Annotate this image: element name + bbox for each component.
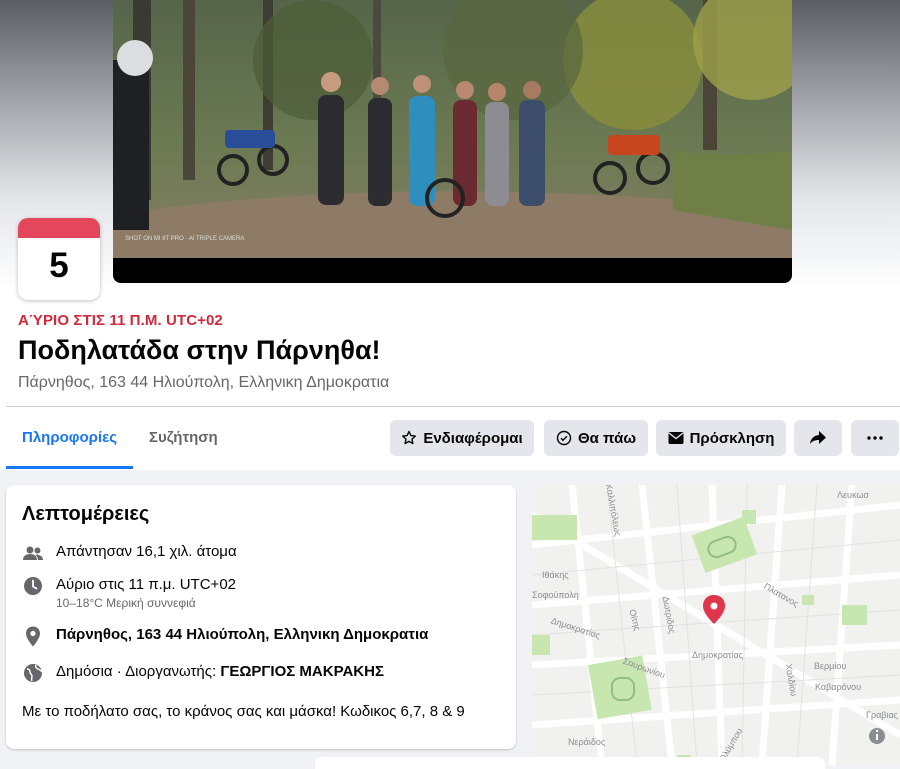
map-label: Βερμίου [814, 661, 847, 671]
address-text[interactable]: Πάρνηθος, 163 44 Ηλιούπολη, Ελληνικη Δημ… [56, 625, 428, 645]
event-map[interactable]: Καλλιπόλεως Λευκωσ Ιθάκης Σοφούπολη Οίτη… [532, 485, 900, 765]
more-button[interactable] [851, 420, 899, 456]
globe-icon [22, 662, 44, 684]
cover-photo[interactable]: SHOT ON MI 8T PRO · AI TRIPLE CAMERA [113, 0, 792, 283]
invite-label: Πρόσκληση [689, 429, 775, 447]
cover-watermark: SHOT ON MI 8T PRO · AI TRIPLE CAMERA [125, 236, 244, 242]
tab-info[interactable]: Πληροφορίες [6, 407, 134, 469]
invite-button[interactable]: Πρόσκληση [656, 420, 786, 456]
map-info-icon [869, 728, 885, 744]
date-badge-bar [18, 218, 100, 238]
cover-bottom-bar [113, 258, 792, 283]
map-label: Δημοκρατίας [692, 650, 744, 660]
map-label: Σοφούπολη [532, 590, 579, 600]
more-dots-icon [867, 436, 883, 440]
check-circle-icon [556, 430, 572, 446]
going-button[interactable]: Θα πάω [544, 420, 648, 456]
event-title: Ποδηλατάδα στην Πάρνηθα! [18, 335, 381, 365]
cover-photo-image: SHOT ON MI 8T PRO · AI TRIPLE CAMERA [113, 0, 792, 283]
interested-label: Ενδιαφέρομαι [423, 429, 523, 447]
time-row: Αύριο στις 11 π.μ. UTC+02 10–18°C Μερική… [22, 575, 236, 611]
map-label: Νεράιδος [568, 737, 606, 747]
share-button[interactable] [794, 420, 842, 456]
share-arrow-icon [810, 431, 826, 444]
map-label: Γραβιας [866, 710, 898, 720]
interested-button[interactable]: Ενδιαφέρομαι [390, 420, 534, 456]
privacy-row: Δημόσια · Διοργανωτής: ΓΕΩΡΓΙΟΣ ΜΑΚΡΑΚΗΣ [22, 662, 384, 684]
event-location[interactable]: Πάρνηθος, 163 44 Ηλιούπολη, Ελληνικη Δημ… [18, 374, 389, 392]
time-text: Αύριο στις 11 π.μ. UTC+02 [56, 576, 236, 593]
event-datetime: ΑΎΡΙΟ ΣΤΙΣ 11 Π.Μ. UTC+02 [18, 312, 223, 329]
privacy-text: Δημόσια · Διοργανωτής: [56, 663, 221, 680]
responses-row: Απάντησαν 16,1 χιλ. άτομα [22, 542, 237, 564]
organizer-link[interactable]: ΓΕΩΡΓΙΟΣ ΜΑΚΡΑΚΗΣ [220, 663, 384, 680]
address-row: Πάρνηθος, 163 44 Ηλιούπολη, Ελληνικη Δημ… [22, 625, 428, 647]
tab-discussion[interactable]: Συζήτηση [133, 407, 234, 469]
going-label: Θα πάω [577, 429, 636, 447]
date-badge-day: 5 [49, 246, 69, 285]
next-card-edge [315, 757, 825, 769]
event-description: Με το ποδήλατο σας, το κράνος σας και μά… [22, 703, 465, 720]
map-label: Καβαρόνου [815, 682, 862, 692]
weather-text: 10–18°C Μερική συννεφιά [56, 596, 196, 610]
responses-text[interactable]: Απάντησαν 16,1 χιλ. άτομα [56, 542, 237, 562]
details-card: Λεπτομέρειες Απάντησαν 16,1 χιλ. άτομα Α… [6, 485, 516, 749]
envelope-icon [668, 432, 684, 444]
date-badge: 5 [18, 218, 100, 300]
star-icon [402, 430, 417, 445]
map-label: Ιθάκης [542, 570, 569, 580]
map-label: Λευκωσ [837, 490, 869, 500]
location-pin-icon [22, 625, 44, 647]
map-streets [532, 485, 900, 765]
details-heading: Λεπτομέρειες [22, 503, 150, 525]
people-icon [22, 542, 44, 564]
clock-icon [22, 575, 44, 597]
